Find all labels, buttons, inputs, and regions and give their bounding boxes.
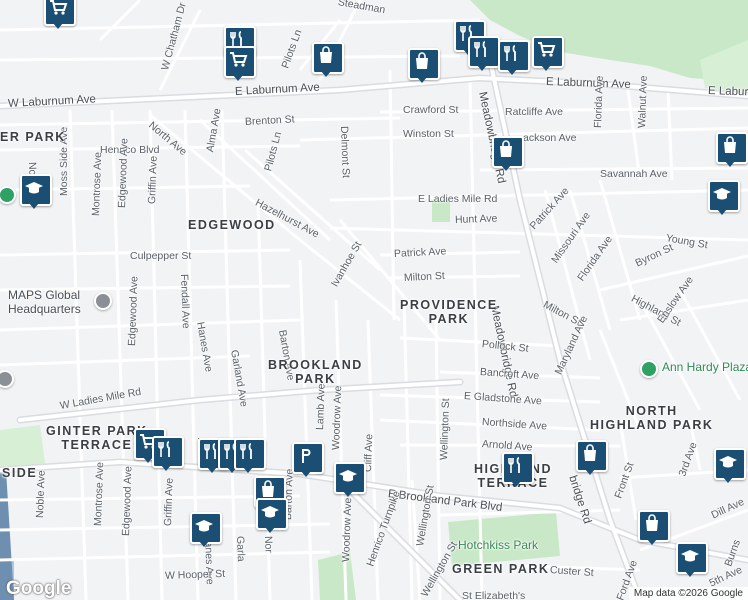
map-marker-parking[interactable] xyxy=(290,440,324,478)
school-icon xyxy=(719,456,737,468)
bag-icon xyxy=(320,46,332,63)
street-label: E Ladies Mile Rd xyxy=(418,193,498,205)
street-label: Crawford St xyxy=(403,104,459,116)
google-logo: Google xyxy=(6,578,72,599)
street-label: Montrose Ave xyxy=(90,151,105,217)
map-marker-bag[interactable] xyxy=(714,130,748,168)
street-label: Noble Ave xyxy=(34,470,48,519)
poi-ann-hardy[interactable]: Ann Hardy Plaza xyxy=(662,360,748,374)
neighborhood-label: EDGEWOOD xyxy=(188,218,276,232)
neighborhood-label: PROVIDENCE PARK xyxy=(400,298,498,326)
map-marker-cart[interactable] xyxy=(42,0,76,30)
street-label: Milton St xyxy=(403,269,446,284)
map-marker-school[interactable] xyxy=(706,178,740,216)
map-marker-cart[interactable] xyxy=(222,44,256,82)
street-label: ackson Ave xyxy=(523,132,577,144)
street-label: E Laburn xyxy=(707,85,748,99)
map-marker-bag[interactable] xyxy=(490,134,524,172)
street-label: Ratcliffe Ave xyxy=(505,106,563,118)
school-icon xyxy=(195,520,213,532)
street-label: Garla xyxy=(234,535,247,562)
bag-icon xyxy=(500,140,512,157)
bag-icon xyxy=(724,136,736,153)
bag-icon xyxy=(646,514,658,531)
neighborhood-label: NORTH HIGHLAND PARK xyxy=(590,404,714,432)
map-marker-school[interactable] xyxy=(254,496,288,534)
school-icon xyxy=(339,470,357,482)
cart-icon xyxy=(50,0,68,15)
map-marker-school[interactable] xyxy=(674,540,708,578)
street-label: Edgewood Ave xyxy=(116,137,131,209)
street-label: Walnut Ave xyxy=(636,75,650,129)
street-label: Hunt Ave xyxy=(454,212,498,226)
restaurant-icon xyxy=(474,41,486,57)
street-label: Wellington St xyxy=(438,398,453,461)
school-icon xyxy=(261,506,279,518)
map-marker-bag[interactable] xyxy=(574,438,608,476)
bag-icon xyxy=(416,52,428,69)
street-label: Delmont St xyxy=(338,125,352,179)
bag-icon xyxy=(584,444,596,461)
street-label: Woodrow Ave xyxy=(340,497,355,563)
restaurant-icon xyxy=(158,441,170,457)
map-marker-school[interactable] xyxy=(188,510,222,548)
neighborhood-label: ER PARK xyxy=(0,130,66,144)
street-label: Florida Ave xyxy=(592,75,606,129)
school-icon xyxy=(681,550,699,562)
map-marker-bag[interactable] xyxy=(636,508,670,546)
map-marker-restaurant[interactable] xyxy=(232,436,266,474)
neighborhood-label: GREEN PARK xyxy=(452,562,550,576)
map-marker-restaurant[interactable] xyxy=(496,38,530,76)
street-label: Griffin Ave xyxy=(146,155,160,205)
map-marker-school[interactable] xyxy=(18,172,52,210)
restaurant-icon xyxy=(240,443,252,459)
cart-icon xyxy=(538,42,556,57)
street-label: Nor xyxy=(262,535,275,554)
church-icon[interactable] xyxy=(94,292,112,310)
street-label: Griffin Ave xyxy=(162,477,176,527)
parking-icon xyxy=(302,449,311,463)
street-label: Winston St xyxy=(403,128,454,140)
street-label: Culpepper St xyxy=(130,250,192,262)
street-label: Lamb Ave xyxy=(314,383,328,431)
street-label: Woodrow Ave xyxy=(330,385,345,451)
neighborhood-label: BROOKLAND PARK xyxy=(268,358,363,386)
map-marker-restaurant[interactable] xyxy=(150,434,184,472)
street-label: Edgewood Ave xyxy=(126,275,141,347)
street-label: Edgewood Ave xyxy=(120,465,135,537)
street-label: Savannah Ave xyxy=(600,168,668,180)
map-marker-restaurant[interactable] xyxy=(500,450,534,488)
map-marker-bag[interactable] xyxy=(310,40,344,78)
street-label: W Hooper St xyxy=(164,567,226,582)
neighborhood-label: SIDE xyxy=(2,466,38,480)
map-marker-restaurant[interactable] xyxy=(466,34,500,72)
map-attribution[interactable]: Map data ©2026 Google xyxy=(628,587,748,600)
map-marker-school[interactable] xyxy=(332,460,366,498)
map-marker-school[interactable] xyxy=(712,446,746,484)
tree-icon[interactable] xyxy=(640,360,658,378)
poi-maps-global[interactable]: MAPS Global Headquarters xyxy=(8,288,81,316)
map-canvas[interactable]: W Laburnum Ave E Laburnum Ave E Laburnum… xyxy=(0,0,748,600)
street-label: Montrose Ave xyxy=(92,461,107,527)
street-label: Fendall Ave xyxy=(178,273,192,329)
restaurant-icon xyxy=(508,457,520,473)
cart-icon xyxy=(230,52,248,67)
school-icon xyxy=(25,182,43,194)
school-icon xyxy=(713,188,731,200)
map-marker-cart[interactable] xyxy=(530,34,564,72)
street-label: St Elizabeth's xyxy=(462,590,526,600)
restaurant-icon xyxy=(504,45,516,61)
map-marker-bag[interactable] xyxy=(406,46,440,84)
park-hotchkiss[interactable]: Hotchkiss Park xyxy=(458,538,538,552)
